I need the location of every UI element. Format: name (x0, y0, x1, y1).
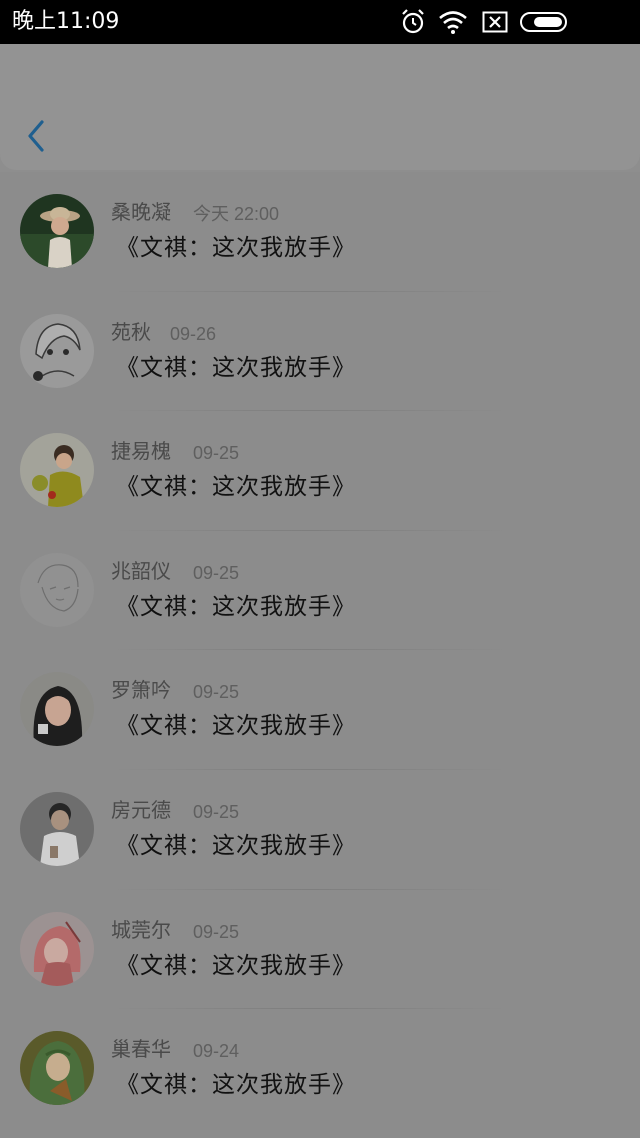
avatar[interactable] (20, 433, 94, 508)
sim-error-icon (482, 11, 508, 33)
item-title: 《文祺：这次我放手》 (116, 1072, 356, 1099)
item-title: 《文祺：这次我放手》 (116, 713, 356, 740)
list-item[interactable]: 苑秋 09-26 《文祺：这次我放手》 (0, 292, 640, 412)
avatar-boy-grey-icon (20, 792, 94, 866)
item-time: 09-25 (193, 682, 240, 703)
item-name: 兆韶仪 (111, 558, 171, 583)
item-time: 09-25 (193, 443, 240, 464)
list-item[interactable]: 巢春华 09-24 《文祺：这次我放手》 (0, 1009, 640, 1129)
list-item[interactable]: 捷易槐 09-25 《文祺：这次我放手》 (0, 411, 640, 531)
item-title: 《文祺：这次我放手》 (116, 952, 356, 979)
avatar[interactable] (20, 792, 94, 866)
list-item[interactable]: 兆韶仪 09-25 《文祺：这次我放手》 (0, 531, 640, 651)
battery-icon (520, 12, 567, 32)
avatar-anime-green-icon (20, 1031, 94, 1106)
list-item[interactable]: 房元德 09-25 《文祺：这次我放手》 (0, 770, 640, 890)
item-name: 桑晚凝 (111, 200, 171, 224)
status-icons (400, 8, 630, 36)
item-name: 苑秋 (111, 319, 151, 344)
avatar[interactable] (20, 313, 94, 388)
item-title: 《文祺：这次我放手》 (116, 474, 356, 501)
avatar[interactable] (20, 672, 94, 747)
item-name: 房元德 (111, 798, 171, 822)
alarm-icon (402, 9, 424, 34)
avatar-sketch-girl-icon (20, 313, 94, 388)
avatar-boy-yellow-icon (20, 433, 94, 508)
back-button[interactable] (18, 116, 52, 156)
item-title: 《文祺：这次我放手》 (116, 833, 356, 859)
avatar-girl-dark-hair-icon (20, 672, 94, 747)
item-name: 罗箫吟 (111, 678, 171, 703)
avatar-girl-hat-icon (20, 194, 94, 268)
list-item[interactable]: 罗箫吟 09-25 《文祺：这次我放手》 (0, 650, 640, 770)
item-time: 09-25 (193, 802, 240, 822)
list-item[interactable]: 桑晚凝 今天 22:00 《文祺：这次我放手》 (0, 172, 640, 292)
chevron-left-icon (28, 120, 44, 152)
status-time: 晚上11:09 (12, 9, 120, 34)
item-time: 09-26 (170, 323, 217, 344)
item-time: 09-24 (193, 1041, 240, 1062)
message-list: 桑晚凝 今天 22:00 《文祺：这次我放手》 苑秋 09-26 《文祺：这次我… (0, 172, 640, 1138)
item-time: 09-25 (193, 921, 240, 942)
item-title: 《文祺：这次我放手》 (116, 593, 356, 620)
status-bar: 晚上11:09 (0, 0, 640, 44)
item-name: 巢春华 (111, 1037, 171, 1062)
avatar-anime-red-icon (20, 911, 94, 986)
item-time: 今天 22:00 (193, 204, 280, 224)
avatar[interactable] (20, 552, 94, 627)
item-time: 09-25 (193, 562, 240, 583)
item-title: 《文祺：这次我放手》 (116, 235, 356, 261)
item-name: 捷易槐 (111, 439, 171, 464)
avatar[interactable] (20, 911, 94, 986)
avatar[interactable] (20, 194, 94, 268)
list-item[interactable]: 城莞尔 09-25 《文祺：这次我放手》 (0, 890, 640, 1010)
item-name: 城莞尔 (111, 917, 171, 942)
app-header (0, 44, 640, 170)
avatar[interactable] (20, 1031, 94, 1106)
item-title: 《文祺：这次我放手》 (116, 354, 356, 381)
wifi-icon (439, 11, 467, 34)
avatar-line-sketch-icon (20, 552, 94, 627)
